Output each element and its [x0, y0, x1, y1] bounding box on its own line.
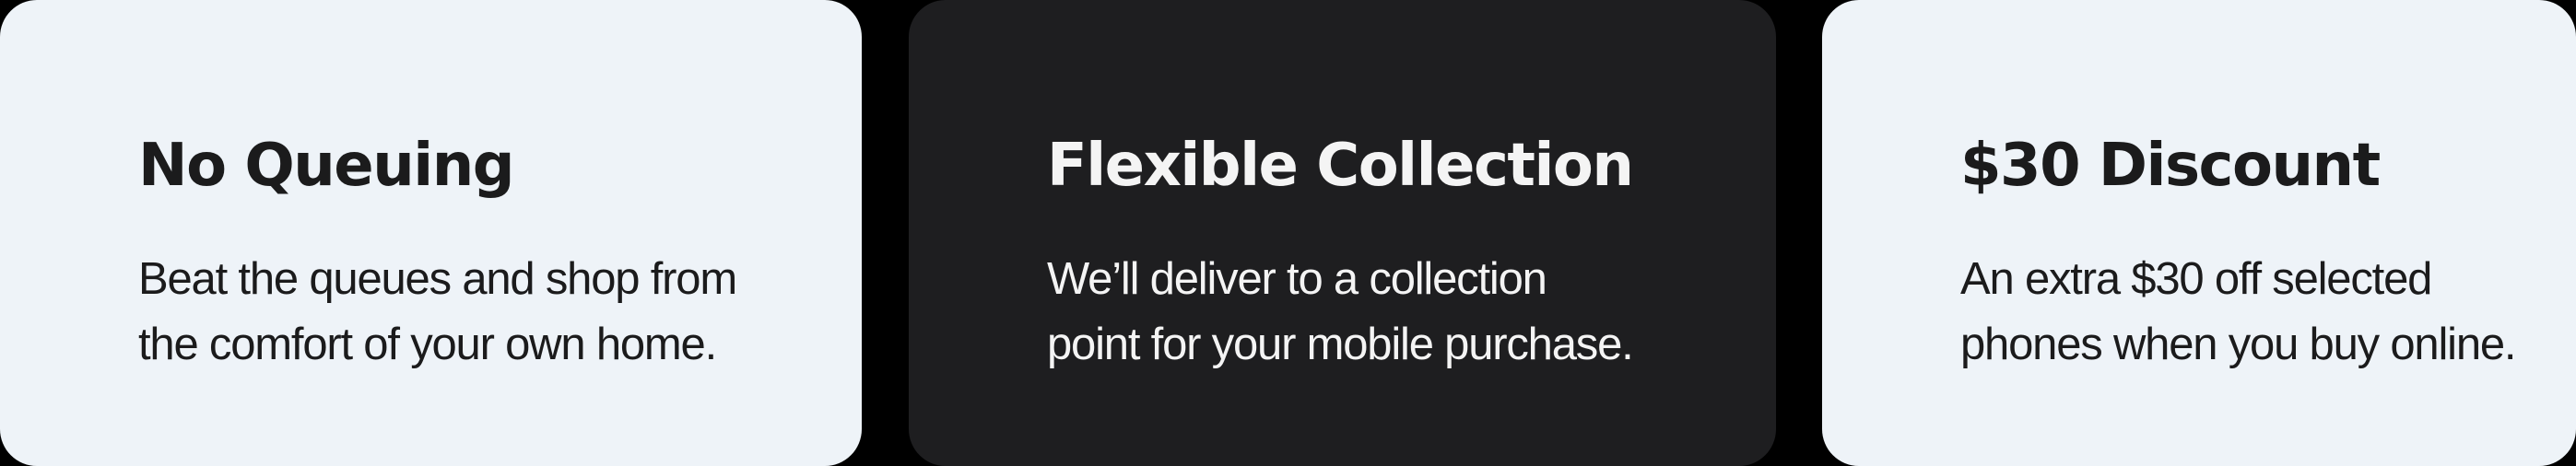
- card-description-line: phones when you buy online.: [1960, 320, 2517, 369]
- card-description: An extra $30 off selected phones when yo…: [1960, 247, 2517, 378]
- card-description-line: the comfort of your own home.: [138, 320, 717, 369]
- card-description-line: An extra $30 off selected: [1960, 254, 2432, 304]
- card-description: We’ll deliver to a collection point for …: [1047, 247, 1634, 378]
- card-title: No Queuing: [138, 132, 515, 200]
- card-description-line: Beat the queues and shop from: [138, 254, 737, 304]
- benefit-card-no-queuing: No Queuing Beat the queues and shop from…: [0, 0, 862, 466]
- card-description: Beat the queues and shop from the comfor…: [138, 247, 737, 378]
- card-description-line: We’ll deliver to a collection: [1047, 254, 1547, 304]
- benefit-cards: No Queuing Beat the queues and shop from…: [0, 0, 2576, 466]
- benefit-card-flexible-collection: Flexible Collection We’ll deliver to a c…: [909, 0, 1776, 466]
- card-title: Flexible Collection: [1047, 132, 1634, 200]
- benefit-card-discount: $30 Discount An extra $30 off selected p…: [1822, 0, 2576, 466]
- card-description-line: point for your mobile purchase.: [1047, 320, 1634, 369]
- card-title: $30 Discount: [1960, 132, 2381, 200]
